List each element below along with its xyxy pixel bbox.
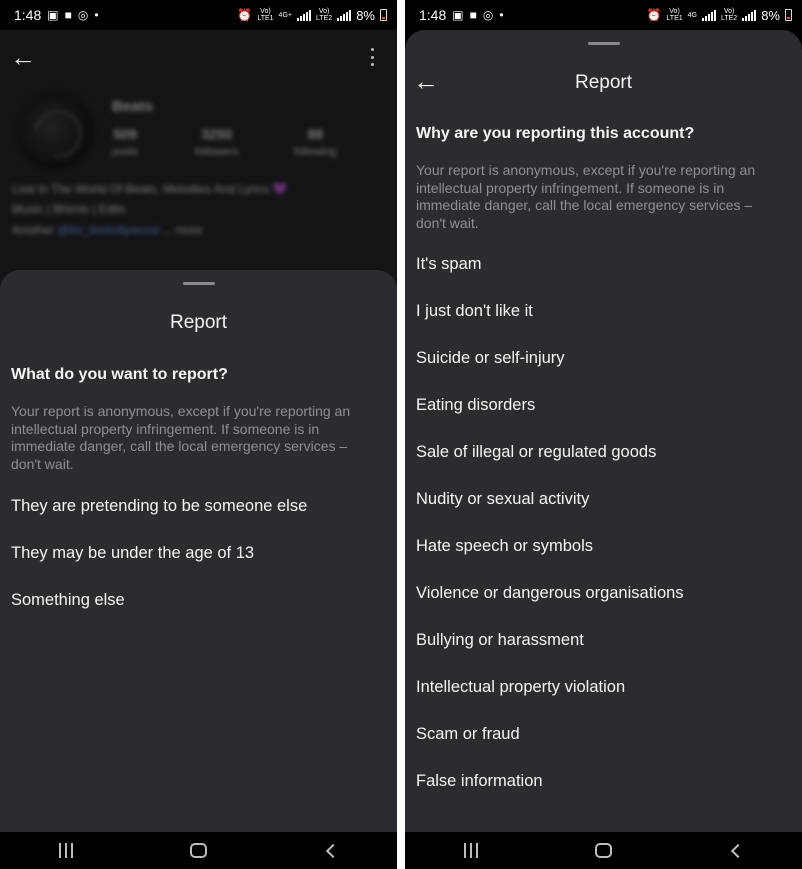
back-icon — [325, 843, 340, 858]
sheet-title: Report — [169, 312, 228, 333]
back-button[interactable] — [301, 832, 361, 869]
right-screen: 1:48 ▣ ■ ◎ • ⏰ Vo) LTE1 4G Vo) LTE2 8% ← R… — [405, 0, 802, 869]
report-option[interactable]: Bullying or harassment — [416, 617, 790, 664]
anonymity-note: Your report is anonymous, except if you'… — [416, 162, 756, 231]
status-time: 1:48 — [14, 7, 42, 23]
back-arrow-icon[interactable]: ← — [10, 44, 36, 70]
signal-icon — [296, 9, 311, 21]
dot-icon: • — [94, 8, 99, 22]
bio-line-3: Another @thi_thebollywood ... more — [12, 223, 203, 237]
report-option[interactable]: Nudity or sexual activity — [416, 476, 790, 523]
volte-lte2-icon: Vo) LTE2 — [315, 8, 333, 22]
anonymity-note: Your report is anonymous, except if you'… — [11, 403, 351, 472]
sync-icon: ◎ — [482, 8, 494, 22]
report-option[interactable]: False information — [416, 758, 790, 805]
status-bar: 1:48 ▣ ■ ◎ • ⏰ Vo) LTE1 4G Vo) LTE2 8% — [405, 0, 802, 30]
report-option[interactable]: It's spam — [416, 241, 790, 288]
stat-posts: 509 posts — [112, 126, 139, 158]
alarm-icon: ⏰ — [646, 8, 662, 22]
volte-lte1-icon: Vo) LTE1 — [257, 8, 274, 22]
network-type-right: 4G — [687, 11, 697, 19]
bio-line-1: Lost In The World Of Beats, Melodies And… — [12, 182, 288, 196]
battery-percent: 8% — [356, 7, 375, 23]
sheet-title: Report — [574, 72, 633, 93]
home-button[interactable] — [168, 832, 228, 869]
report-option[interactable]: Eating disorders — [416, 382, 790, 429]
report-option[interactable]: They may be under the age of 13 — [11, 530, 385, 577]
nav-bar — [405, 832, 802, 869]
bio-line-2: Music | Bhimis | Edits — [12, 202, 126, 216]
image-icon: ▣ — [452, 8, 464, 22]
more-options-icon[interactable] — [371, 48, 375, 66]
report-option[interactable]: Intellectual property violation — [416, 664, 790, 711]
recents-button[interactable] — [441, 832, 501, 869]
stat-followers: 3250 followers — [195, 126, 239, 158]
signal-icon — [742, 9, 757, 21]
report-option[interactable]: Sale of illegal or regulated goods — [416, 429, 790, 476]
battery-icon — [785, 9, 792, 21]
recents-icon — [59, 843, 74, 858]
profile-username: Beats — [112, 98, 153, 115]
home-icon — [189, 843, 207, 858]
drag-handle[interactable] — [182, 282, 215, 285]
recents-button[interactable] — [36, 832, 96, 869]
report-option[interactable]: Scam or fraud — [416, 711, 790, 758]
report-sheet: ← Report Why are you reporting this acco… — [405, 30, 802, 832]
status-bar: 1:48 ▣ ■ ◎ • ⏰ Vo) LTE1 4G+ Vo) LTE2 8% — [0, 0, 397, 30]
report-option[interactable]: Suicide or self-injury — [416, 335, 790, 382]
stat-following: 88 following — [294, 126, 337, 158]
network-type-left: 4G+ — [278, 11, 292, 19]
battery-percent: 8% — [761, 7, 780, 23]
dot-icon: • — [499, 8, 504, 22]
volte-lte2-icon: Vo) LTE2 — [720, 8, 738, 22]
report-option[interactable]: Hate speech or symbols — [416, 523, 790, 570]
report-option[interactable]: Something else — [11, 577, 385, 624]
image-icon: ▣ — [47, 8, 59, 22]
home-icon — [594, 843, 612, 858]
back-icon — [730, 843, 745, 858]
signal-icon — [337, 9, 352, 21]
left-screen: 1:48 ▣ ■ ◎ • ⏰ Vo) LTE1 4G+ Vo) LTE2 8% ← … — [0, 0, 397, 869]
home-button[interactable] — [573, 832, 633, 869]
report-sheet: Report What do you want to report? Your … — [0, 270, 397, 832]
report-question: What do you want to report? — [11, 366, 228, 383]
status-time: 1:48 — [419, 7, 447, 23]
volte-lte1-icon: Vo) LTE1 — [666, 8, 683, 22]
profile-background: ← Beats 509 posts 3250 followers 88 foll… — [0, 30, 397, 290]
signal-icon — [701, 9, 716, 21]
report-option[interactable]: Violence or dangerous organisations — [416, 570, 790, 617]
report-options-list: They are pretending to be someone else Th… — [11, 483, 385, 624]
nav-bar — [0, 832, 397, 869]
recents-icon — [464, 843, 479, 858]
report-question: Why are you reporting this account? — [416, 125, 695, 142]
chat-icon: ■ — [469, 8, 477, 22]
battery-icon — [380, 9, 387, 21]
chat-icon: ■ — [64, 8, 72, 22]
back-button[interactable] — [706, 832, 766, 869]
report-option[interactable]: I just don't like it — [416, 288, 790, 335]
avatar — [16, 92, 94, 170]
sync-icon: ◎ — [77, 8, 89, 22]
report-option[interactable]: They are pretending to be someone else — [11, 483, 385, 530]
drag-handle[interactable] — [587, 42, 620, 45]
report-options-list: It's spam I just don't like it Suicide or … — [416, 241, 790, 805]
alarm-icon: ⏰ — [237, 8, 253, 22]
